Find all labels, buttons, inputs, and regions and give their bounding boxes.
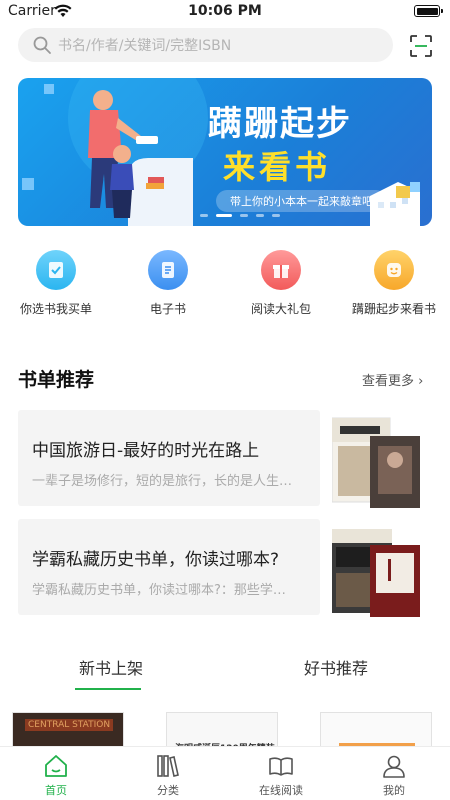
search-placeholder: 书名/作者/关键词/完整ISBN — [58, 38, 232, 54]
quick-actions: 你选书我买单 电子书 阅读大礼包 蹒跚起步来看书 — [0, 250, 450, 320]
banner-subtitle-large: 来看书 — [223, 148, 332, 186]
battery-icon — [414, 5, 443, 17]
open-book-icon — [269, 757, 293, 776]
banner-title: 蹒跚起步 — [208, 104, 352, 144]
status-bar: Carrier 10:06 PM — [0, 0, 450, 24]
clock: 10:06 PM — [188, 3, 262, 19]
book-cover[interactable]: CENTRAL STATION — [12, 712, 124, 750]
tab-category[interactable]: 分类 — [112, 753, 224, 798]
search-input[interactable]: 书名/作者/关键词/完整ISBN — [18, 28, 393, 62]
see-more-link[interactable]: 查看更多 › — [362, 370, 423, 389]
quick-action-label: 电子书 — [149, 302, 186, 316]
book-cover-title: CENTRAL STATION — [25, 719, 114, 731]
new-books-row: CENTRAL STATION 海明威诞辰120周年精装纪念版 — [0, 700, 450, 750]
ebook-icon — [148, 250, 188, 290]
quick-action-gift[interactable]: 阅读大礼包 — [225, 250, 337, 317]
banner-caption: 带上你的小本本一起来敲章吧 — [216, 190, 387, 212]
book-cover[interactable] — [320, 712, 432, 750]
quick-action-buy-for-you[interactable]: 你选书我买单 — [0, 250, 112, 317]
tab-home[interactable]: 首页 — [0, 753, 112, 798]
gift-icon — [261, 250, 301, 290]
smile-face-icon — [374, 250, 414, 290]
book-tabs: 新书上架 好书推荐 — [0, 655, 450, 695]
banner-dot[interactable] — [272, 214, 280, 217]
tab-active-indicator — [75, 688, 141, 690]
check-book-icon — [36, 250, 76, 290]
quick-action-label: 阅读大礼包 — [250, 302, 311, 316]
quick-action-ebook[interactable]: 电子书 — [112, 250, 224, 317]
booklist-card[interactable]: 学霸私藏历史书单，你读过哪本? 学霸私藏历史书单，你读过哪本?：那些学… — [18, 519, 320, 615]
promo-banner[interactable]: 蹒跚起步 来看书 带上你的小本本一起来敲章吧 — [18, 78, 432, 226]
booklist-cover-stack — [332, 417, 420, 508]
banner-pagination[interactable] — [200, 214, 280, 217]
tab-mine[interactable]: 我的 — [338, 753, 450, 798]
booklist-title: 中国旅游日-最好的时光在路上 — [32, 441, 260, 461]
tab-online-reading[interactable]: 在线阅读 — [225, 753, 337, 798]
tab-label: 首页 — [45, 784, 67, 797]
booklist-cover-stack — [332, 529, 420, 617]
search-icon — [33, 36, 51, 54]
tab-new-books[interactable]: 新书上架 — [79, 655, 143, 679]
booklist-card[interactable]: 中国旅游日-最好的时光在路上 一辈子是场修行，短的是旅行，长的是人生… — [18, 410, 320, 506]
booklist-title: 学霸私藏历史书单，你读过哪本? — [32, 550, 280, 570]
tab-label: 在线阅读 — [259, 784, 303, 797]
quick-action-label: 你选书我买单 — [19, 302, 92, 316]
banner-dot[interactable] — [240, 214, 248, 217]
see-more-label: 查看更多 — [362, 374, 415, 389]
user-icon — [383, 755, 405, 778]
section-title-booklist: 书单推荐 — [18, 369, 95, 391]
book-cover[interactable]: 海明威诞辰120周年精装纪念版 — [166, 712, 278, 750]
booklist-subtitle: 学霸私藏历史书单，你读过哪本?：那些学… — [32, 583, 286, 598]
banner-dot[interactable] — [200, 214, 208, 217]
tab-label: 分类 — [157, 784, 179, 797]
booklist-subtitle: 一辈子是场修行，短的是旅行，长的是人生… — [32, 474, 293, 489]
category-icon — [157, 755, 179, 777]
bottom-tab-bar: 首页 分类 在线阅读 我的 — [0, 746, 450, 800]
quick-action-start-reading[interactable]: 蹒跚起步来看书 — [338, 250, 450, 317]
scan-icon[interactable] — [410, 35, 432, 57]
tab-label: 我的 — [383, 784, 405, 797]
home-icon — [45, 755, 67, 777]
chevron-right-icon: › — [418, 374, 424, 389]
tab-recommended[interactable]: 好书推荐 — [304, 655, 368, 679]
quick-action-label: 蹒跚起步来看书 — [351, 302, 436, 316]
banner-dot[interactable] — [216, 214, 232, 217]
banner-dot[interactable] — [256, 214, 264, 217]
